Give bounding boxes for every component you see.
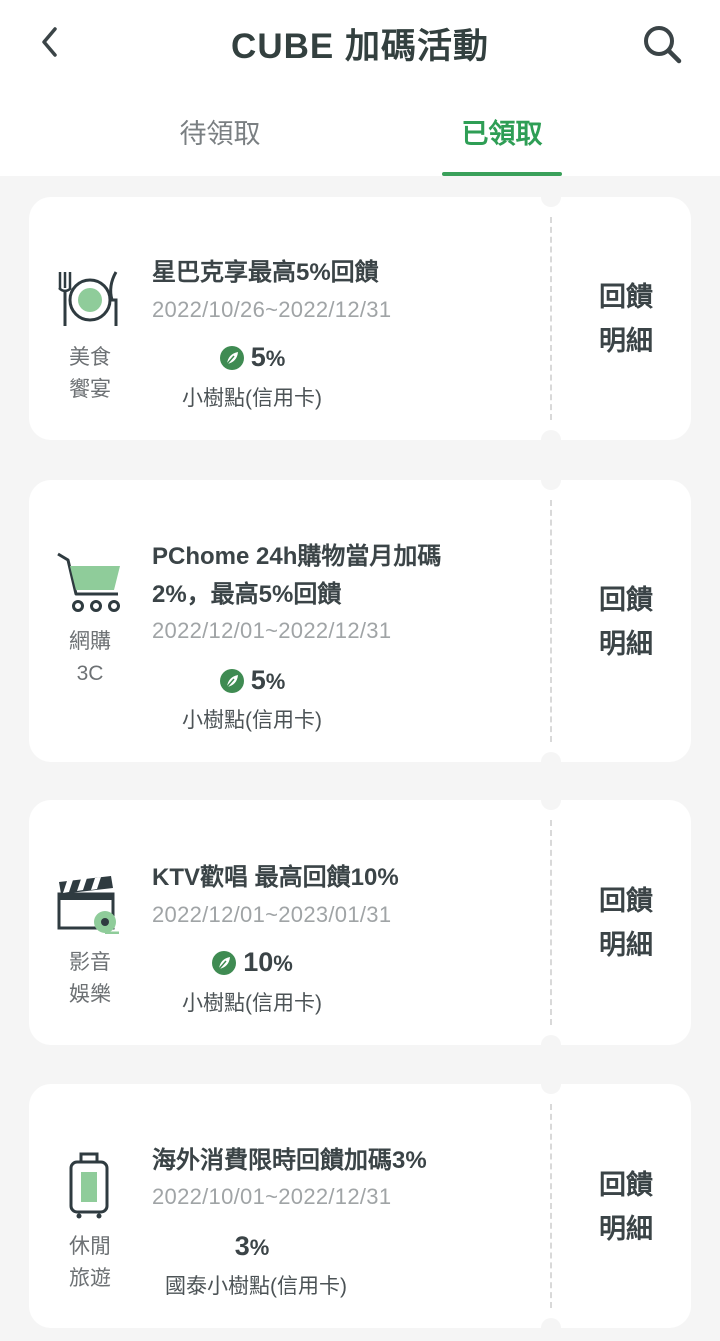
offer-card[interactable]: 影音 娛樂 KTV歡唱 最高回饋10% 2022/12/01~2023/01/3…: [29, 790, 691, 1055]
top-bar: CUBE 加碼活動 待領取 已領取: [0, 0, 720, 176]
back-button[interactable]: [30, 22, 70, 62]
shopping-cart-icon: [51, 546, 127, 616]
offer-date: 2022/12/01~2023/01/31: [152, 902, 392, 927]
ticket-divider: [550, 217, 552, 420]
reward-type: 小樹點(信用卡): [182, 992, 322, 1015]
clapperboard-icon: [51, 868, 127, 938]
offer-title: 海外消費限時回饋加碼3%: [152, 1147, 427, 1174]
reward-type: 小樹點(信用卡): [182, 709, 322, 732]
offer-date: 2022/10/26~2022/12/31: [152, 297, 392, 322]
offer-title: 星巴克享最高5%回饋: [152, 259, 379, 286]
search-button[interactable]: [638, 20, 686, 68]
offer-date: 2022/10/01~2022/12/31: [152, 1184, 392, 1209]
ticket-divider: [550, 1104, 552, 1308]
suitcase-icon: [51, 1150, 127, 1220]
reward-rate: 5%: [152, 342, 352, 373]
dining-plate-icon: [51, 263, 127, 333]
category-label: 休閒 旅遊: [69, 1235, 111, 1290]
tab-claimed[interactable]: 已領取: [372, 112, 632, 151]
chevron-left-icon: [42, 27, 57, 57]
offer-card[interactable]: 休閒 旅遊 海外消費限時回饋加碼3% 2022/10/01~2022/12/31…: [29, 1074, 691, 1338]
reward-detail-button[interactable]: 回饋 明細: [562, 275, 690, 363]
offer-card[interactable]: 美食 饗宴 星巴克享最高5%回饋 2022/10/26~2022/12/31 5…: [29, 187, 691, 450]
reward-rate: 5%: [152, 665, 352, 696]
offer-date: 2022/12/01~2022/12/31: [152, 618, 392, 643]
category-label: 美食 饗宴: [69, 346, 111, 401]
reward-type: 國泰小樹點(信用卡): [165, 1275, 347, 1298]
ticket-divider: [550, 500, 552, 742]
active-tab-indicator: [442, 172, 562, 176]
search-icon: [644, 26, 682, 64]
reward-rate: 10%: [152, 947, 352, 978]
reward-detail-button[interactable]: 回饋 明細: [562, 1163, 690, 1251]
ticket-divider: [550, 820, 552, 1025]
reward-detail-button[interactable]: 回饋 明細: [562, 879, 690, 967]
reward-detail-button[interactable]: 回饋 明細: [562, 578, 690, 666]
category-label: 網購 3C: [69, 630, 111, 685]
category-label: 影音 娛樂: [69, 951, 111, 1006]
offer-card[interactable]: 網購 3C PChome 24h購物當月加碼2%，最高5%回饋 2022/12/…: [29, 470, 691, 772]
leaf-icon: [219, 668, 244, 693]
reward-type: 小樹點(信用卡): [182, 387, 322, 410]
tab-pending[interactable]: 待領取: [90, 112, 350, 151]
page-title: CUBE 加碼活動: [231, 27, 489, 66]
leaf-icon: [212, 950, 237, 975]
leaf-icon: [219, 345, 244, 370]
offer-title: PChome 24h購物當月加碼2%，最高5%回饋: [152, 543, 442, 608]
reward-rate: 3%: [234, 1231, 270, 1261]
offer-title: KTV歡唱 最高回饋10%: [152, 864, 399, 891]
